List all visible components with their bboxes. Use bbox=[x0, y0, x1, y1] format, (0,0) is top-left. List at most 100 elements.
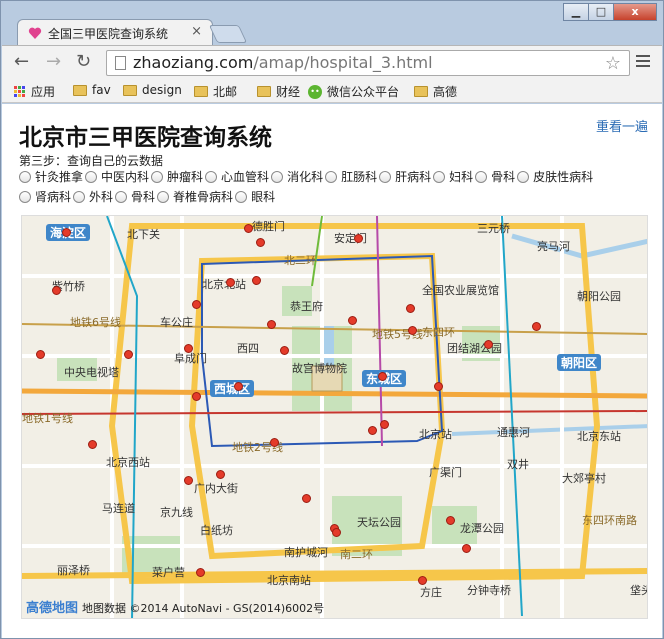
hospital-marker[interactable] bbox=[226, 278, 235, 287]
radio-circle-icon[interactable] bbox=[19, 191, 31, 203]
bookmark-item[interactable]: 高德 bbox=[414, 83, 457, 100]
bookmark-item[interactable]: 应用 bbox=[14, 83, 55, 100]
department-label: 针灸推拿 bbox=[35, 170, 84, 184]
hospital-marker[interactable] bbox=[446, 516, 455, 525]
radio-circle-icon[interactable] bbox=[205, 171, 218, 183]
hospital-marker[interactable] bbox=[434, 382, 443, 391]
department-radio[interactable]: 心血管科 bbox=[205, 168, 269, 186]
hospital-marker[interactable] bbox=[354, 234, 363, 243]
radio-circle-icon[interactable] bbox=[325, 171, 338, 183]
map-attribution: 高德地图 地图数据 ©2014 AutoNavi - GS(2014)6002号 bbox=[26, 597, 324, 616]
bookmark-star-icon[interactable]: ☆ bbox=[605, 53, 621, 74]
map-place-label: 西四 bbox=[237, 342, 259, 355]
bookmark-item[interactable]: 财经 bbox=[257, 83, 300, 100]
hospital-marker[interactable] bbox=[380, 420, 389, 429]
department-radio[interactable]: 皮肤性病科 bbox=[517, 168, 593, 186]
hospital-marker[interactable] bbox=[192, 300, 201, 309]
department-radio[interactable]: 妇科 bbox=[433, 168, 473, 186]
browser-tab[interactable]: 全国三甲医院查询系统 × bbox=[17, 19, 213, 46]
radio-circle-icon[interactable] bbox=[379, 171, 392, 183]
radio-circle-icon[interactable] bbox=[475, 171, 488, 183]
district-badge: 朝阳区 bbox=[557, 354, 602, 371]
hospital-marker[interactable] bbox=[196, 568, 205, 577]
radio-circle-icon[interactable] bbox=[517, 171, 530, 183]
department-label: 心血管科 bbox=[221, 170, 270, 184]
hospital-marker[interactable] bbox=[52, 286, 61, 295]
department-radio[interactable]: 消化科 bbox=[271, 168, 323, 186]
forward-arrow-icon[interactable]: → bbox=[46, 53, 61, 71]
radio-circle-icon[interactable] bbox=[115, 191, 128, 203]
hospital-marker[interactable] bbox=[36, 350, 45, 359]
hospital-marker[interactable] bbox=[184, 476, 193, 485]
map-place-label: 龙潭公园 bbox=[460, 522, 504, 535]
hospital-marker[interactable] bbox=[484, 340, 493, 349]
hospital-marker[interactable] bbox=[256, 238, 265, 247]
maximize-button[interactable]: □ bbox=[588, 3, 614, 21]
new-tab-button[interactable] bbox=[208, 25, 248, 43]
radio-circle-icon[interactable] bbox=[433, 171, 446, 183]
map-place-label: 德胜门 bbox=[252, 220, 285, 233]
department-radio[interactable]: 外科 bbox=[73, 188, 113, 206]
hospital-marker[interactable] bbox=[332, 528, 341, 537]
radio-circle-icon[interactable] bbox=[271, 171, 284, 183]
address-bar[interactable]: zhaoziang.com/amap/hospital_3.html ☆ bbox=[106, 50, 630, 76]
hospital-marker[interactable] bbox=[252, 276, 261, 285]
bookmark-item[interactable]: 北邮 bbox=[194, 83, 237, 100]
department-radio[interactable]: 肾病科 bbox=[19, 188, 71, 206]
radio-circle-icon[interactable] bbox=[151, 171, 164, 183]
minimize-button[interactable]: ▁ bbox=[563, 3, 589, 21]
department-radio[interactable]: 骨科 bbox=[475, 168, 515, 186]
map-place-label: 北京东站 bbox=[577, 430, 621, 443]
hospital-marker[interactable] bbox=[267, 320, 276, 329]
department-radio[interactable]: 针灸推拿 bbox=[19, 168, 83, 186]
replay-link[interactable]: 重看一遍 bbox=[596, 116, 648, 135]
bookmark-item[interactable]: design bbox=[123, 83, 182, 97]
hospital-marker[interactable] bbox=[532, 322, 541, 331]
wechat-icon: •• bbox=[308, 84, 322, 99]
map-place-label: 北下关 bbox=[127, 228, 160, 241]
hospital-marker[interactable] bbox=[192, 392, 201, 401]
department-radio[interactable]: 中医内科 bbox=[85, 168, 149, 186]
bookmark-label: 财经 bbox=[276, 85, 301, 99]
folder-icon bbox=[414, 86, 428, 97]
amap-logo: 高德地图 bbox=[26, 601, 79, 616]
hospital-marker[interactable] bbox=[368, 426, 377, 435]
bookmark-item[interactable]: •• 微信公众平台 bbox=[308, 83, 399, 100]
department-radio[interactable]: 脊椎骨病科 bbox=[157, 188, 233, 206]
hospital-marker[interactable] bbox=[418, 576, 427, 585]
bookmark-item[interactable]: fav bbox=[73, 83, 111, 97]
hospital-marker[interactable] bbox=[270, 438, 279, 447]
radio-circle-icon[interactable] bbox=[19, 171, 31, 183]
reload-icon[interactable]: ↻ bbox=[76, 53, 91, 71]
hospital-marker[interactable] bbox=[378, 372, 387, 381]
hospital-marker[interactable] bbox=[348, 316, 357, 325]
hospital-marker[interactable] bbox=[234, 382, 243, 391]
hospital-marker[interactable] bbox=[408, 326, 417, 335]
department-radio[interactable]: 肝病科 bbox=[379, 168, 431, 186]
map-place-label: 北京站 bbox=[419, 428, 452, 441]
radio-circle-icon[interactable] bbox=[157, 191, 170, 203]
map-view[interactable]: 海淀区西城区东城区朝阳区北下关德胜门安定门三元桥亮马河紫竹桥北京北站北二环全国农… bbox=[21, 215, 648, 619]
hospital-marker[interactable] bbox=[124, 350, 133, 359]
tab-close-icon[interactable]: × bbox=[191, 24, 202, 39]
back-arrow-icon[interactable]: ← bbox=[14, 53, 29, 71]
radio-circle-icon[interactable] bbox=[235, 191, 248, 203]
url-text[interactable]: zhaoziang.com/amap/hospital_3.html bbox=[133, 53, 433, 72]
department-radio[interactable]: 肿瘤科 bbox=[151, 168, 203, 186]
department-radio[interactable]: 肛肠科 bbox=[325, 168, 377, 186]
hospital-marker[interactable] bbox=[88, 440, 97, 449]
hospital-marker[interactable] bbox=[62, 228, 71, 237]
close-window-button[interactable]: x bbox=[613, 3, 657, 21]
department-radio[interactable]: 骨科 bbox=[115, 188, 155, 206]
radio-circle-icon[interactable] bbox=[73, 191, 86, 203]
hospital-marker[interactable] bbox=[302, 494, 311, 503]
hospital-marker[interactable] bbox=[244, 224, 253, 233]
hospital-marker[interactable] bbox=[184, 344, 193, 353]
hospital-marker[interactable] bbox=[216, 470, 225, 479]
hospital-marker[interactable] bbox=[462, 544, 471, 553]
hospital-marker[interactable] bbox=[280, 346, 289, 355]
radio-circle-icon[interactable] bbox=[85, 171, 98, 183]
department-radio[interactable]: 眼科 bbox=[235, 188, 275, 206]
chrome-menu-icon[interactable] bbox=[636, 55, 650, 70]
hospital-marker[interactable] bbox=[406, 304, 415, 313]
